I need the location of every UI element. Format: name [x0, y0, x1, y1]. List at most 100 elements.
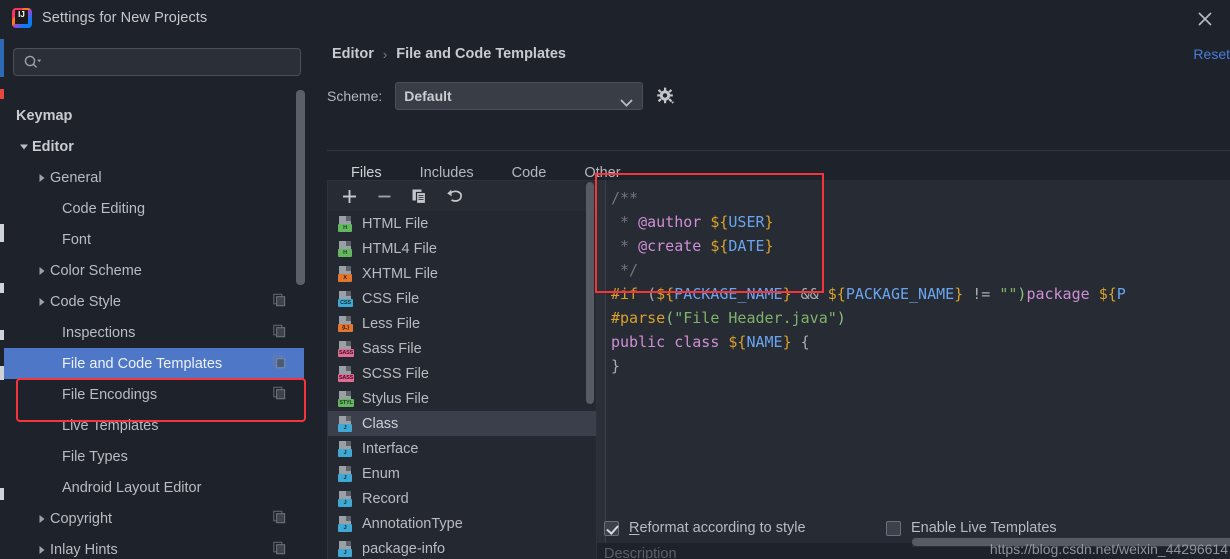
chevron-right-icon[interactable] — [34, 545, 50, 555]
sidebar-item-file-and-code-templates[interactable]: File and Code Templates — [4, 348, 304, 379]
reset-link[interactable]: Reset — [1193, 46, 1230, 62]
live-templates-checkbox-row[interactable]: Enable Live Templates — [886, 520, 1057, 536]
file-type-icon: J — [338, 515, 354, 532]
template-list-item-label: HTML File — [362, 215, 429, 232]
sidebar-item-live-templates[interactable]: Live Templates — [4, 410, 304, 441]
gear-icon[interactable] — [656, 87, 675, 106]
settings-content-pane: Editor › File and Code Templates Reset S… — [312, 36, 1230, 559]
search-input[interactable] — [41, 54, 300, 70]
code-token: #parse — [611, 309, 666, 327]
file-type-icon: J — [338, 440, 354, 457]
chevron-down-icon[interactable] — [16, 142, 32, 152]
template-list-item[interactable]: SASS Sass File — [328, 336, 596, 361]
code-token: @create — [638, 237, 702, 255]
code-token: * — [611, 213, 639, 231]
template-list-item[interactable]: Jpackage-info — [328, 536, 596, 559]
revert-icon[interactable] — [446, 188, 464, 205]
file-type-icon: H — [338, 240, 354, 257]
template-code-editor[interactable]: /** * @author ${USER} * @create ${DATE} … — [597, 180, 1230, 543]
sidebar-item-general[interactable]: General — [4, 162, 304, 193]
code-token: } — [782, 285, 792, 303]
sidebar-scrollbar-thumb[interactable] — [296, 90, 305, 285]
template-list-item[interactable]: {L} Less File — [328, 311, 596, 336]
chevron-right-icon[interactable] — [34, 514, 50, 524]
search-box[interactable] — [13, 48, 301, 76]
sidebar-scrollbar[interactable] — [295, 90, 306, 559]
template-list-item[interactable]: SASS SCSS File — [328, 361, 596, 386]
sidebar-item-code-style[interactable]: Code Style — [4, 286, 304, 317]
scheme-select[interactable]: Default — [395, 82, 644, 110]
template-list-item[interactable]: J AnnotationType — [328, 511, 596, 536]
file-type-icon: STYL — [338, 390, 354, 407]
sidebar-item-label: Android Layout Editor — [62, 479, 202, 496]
sidebar-item-inspections[interactable]: Inspections — [4, 317, 304, 348]
sidebar-item-font[interactable]: Font — [4, 224, 304, 255]
minus-icon[interactable] — [376, 188, 393, 205]
sidebar-item-file-encodings[interactable]: File Encodings — [4, 379, 304, 410]
sidebar-item-editor[interactable]: Editor — [4, 131, 304, 162]
code-token: } — [611, 357, 621, 375]
template-list-item[interactable]: X XHTML File — [328, 261, 596, 286]
chevron-right-icon[interactable] — [34, 297, 50, 307]
code-token: /** — [611, 189, 639, 207]
template-list-item[interactable]: CSS CSS File — [328, 286, 596, 311]
sidebar-item-label: Inlay Hints — [50, 541, 118, 558]
template-list-item-label: Enum — [362, 465, 400, 482]
settings-sidebar: Keymap Editor General Code Editing Font Color… — [0, 36, 312, 559]
file-type-icon: {L} — [338, 315, 354, 332]
code-token: } — [764, 237, 774, 255]
sidebar-item-keymap[interactable]: Keymap — [4, 100, 304, 131]
template-list-item[interactable]: H HTML4 File — [328, 236, 596, 261]
code-token: PACKAGE_NAME — [674, 285, 783, 303]
template-list-item[interactable]: STYL Stylus File — [328, 386, 596, 411]
sidebar-item-copyright[interactable]: Copyright — [4, 503, 304, 534]
code-token: } — [954, 285, 964, 303]
code-token: NAME — [746, 333, 783, 351]
sidebar-item-label: Font — [62, 231, 92, 248]
reformat-checkbox-row[interactable]: Reformat according to style — [604, 520, 806, 536]
live-templates-label: Enable Live Templates — [911, 520, 1057, 536]
template-list-scrollbar-thumb[interactable] — [586, 182, 594, 404]
file-type-icon: J — [338, 415, 354, 432]
close-icon[interactable] — [1194, 8, 1216, 30]
template-list-panel: H HTML File H HTML4 File X XHTML File CSS CSS F… — [327, 180, 597, 559]
template-list-scrollbar[interactable] — [585, 181, 595, 559]
sidebar-item-android-layout-editor[interactable]: Android Layout Editor — [4, 472, 304, 503]
template-list-item[interactable]: J Class — [328, 411, 596, 436]
editor-horizontal-scrollbar[interactable] — [912, 537, 1230, 547]
template-code[interactable]: /** * @author ${USER} * @create ${DATE} … — [611, 186, 1230, 378]
sidebar-item-color-scheme[interactable]: Color Scheme — [4, 255, 304, 286]
code-token: P — [1116, 285, 1126, 303]
editor-horizontal-scrollbar-thumb[interactable] — [912, 538, 1230, 546]
template-list-item[interactable]: J Interface — [328, 436, 596, 461]
sidebar-item-code-editing[interactable]: Code Editing — [4, 193, 304, 224]
copy-icon[interactable] — [411, 188, 428, 205]
live-templates-checkbox[interactable] — [886, 520, 901, 536]
chevron-right-icon[interactable] — [34, 173, 50, 183]
chevron-right-icon[interactable] — [34, 266, 50, 276]
editor-gutter — [597, 180, 606, 543]
template-list-item[interactable]: J Record — [328, 486, 596, 511]
template-list-item[interactable]: J Enum — [328, 461, 596, 486]
code-line: #parse("File Header.java") — [611, 306, 1230, 330]
code-token: { — [791, 333, 810, 351]
template-list-item[interactable]: H HTML File — [328, 211, 596, 236]
sidebar-item-label: File Types — [62, 448, 128, 465]
reformat-label-accel: R — [629, 520, 640, 536]
sidebar-item-file-types[interactable]: File Types — [4, 441, 304, 472]
code-token: #if — [611, 285, 639, 303]
code-token: != — [963, 285, 1000, 303]
sidebar-item-label: Keymap — [16, 107, 73, 124]
plus-icon[interactable] — [341, 188, 358, 205]
code-token: ${ — [710, 213, 729, 231]
header-divider — [327, 150, 1230, 151]
file-type-icon: J — [338, 540, 354, 557]
sidebar-item-inlay-hints[interactable]: Inlay Hints — [4, 534, 304, 559]
breadcrumb-parent[interactable]: Editor — [332, 46, 374, 62]
sidebar-item-partial[interactable] — [4, 84, 304, 100]
reformat-checkbox[interactable] — [604, 520, 619, 536]
template-list-item-label: HTML4 File — [362, 240, 437, 257]
